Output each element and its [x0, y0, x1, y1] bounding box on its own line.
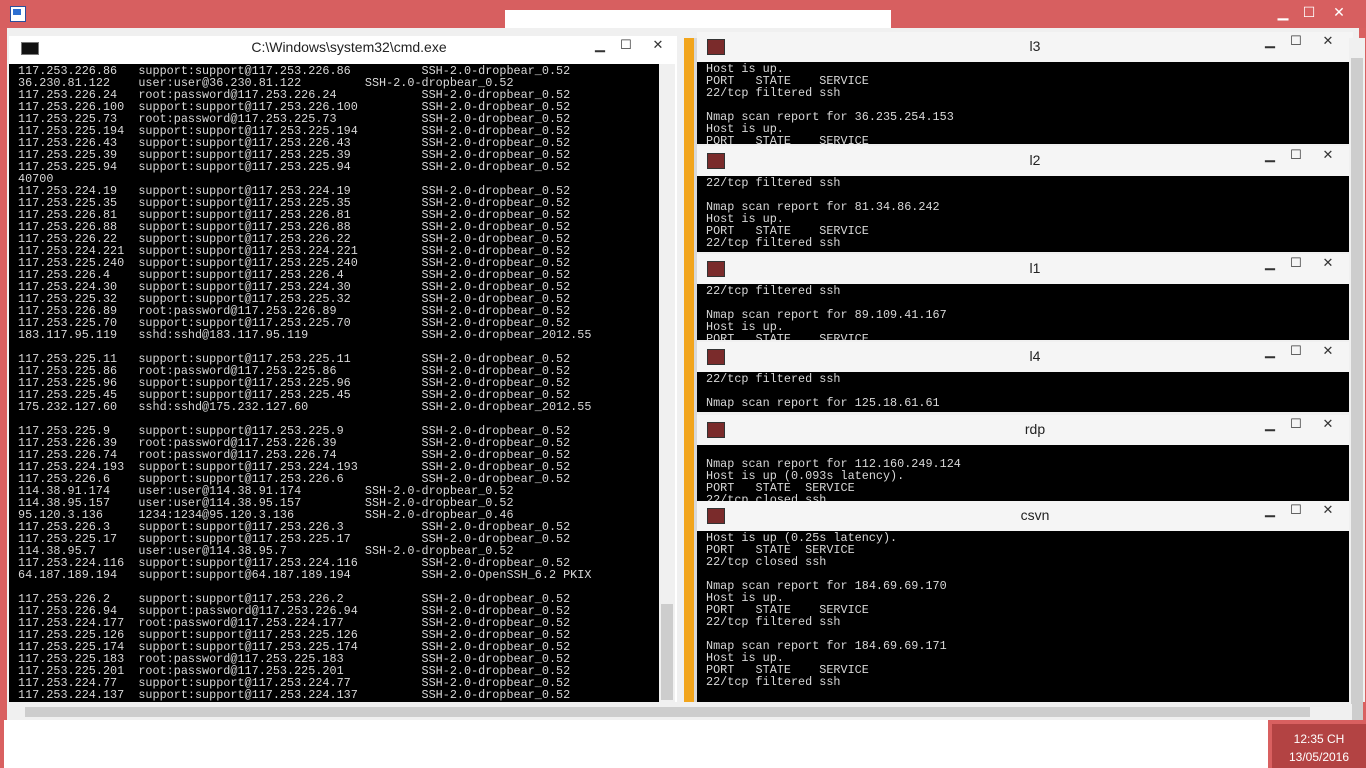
console-output-area[interactable]: Host is up (0.25s latency). PORT STATE S…	[697, 531, 1353, 702]
cmd-close-button[interactable]: ✕	[645, 37, 671, 53]
window-titlebar[interactable]: csvn ▁ ☐ ✕	[697, 501, 1353, 531]
console-output: 22/tcp filtered ssh Nmap scan report for…	[706, 176, 940, 250]
maximize-button[interactable]: ☐	[1283, 33, 1309, 49]
close-button[interactable]: ✕	[1315, 147, 1341, 163]
console-window-l3[interactable]: l3 ▁ ☐ ✕ Host is up. PORT STATE SERVICE 22…	[697, 32, 1353, 144]
cmd-scrollbar-thumb[interactable]	[661, 604, 673, 700]
taskbar-area	[4, 720, 1268, 768]
workspace-horizontal-scrollbar[interactable]	[7, 704, 1352, 720]
console-output-area[interactable]: 22/tcp filtered ssh Nmap scan report for…	[697, 284, 1353, 340]
minimize-button[interactable]: ▁	[1257, 343, 1283, 359]
taskbar: 12:35 CH 13/05/2016	[0, 720, 1366, 768]
minimize-button[interactable]: ▁	[1257, 147, 1283, 163]
maximize-button[interactable]: ☐	[1283, 147, 1309, 163]
close-button[interactable]: ✕	[1315, 416, 1341, 432]
cmd-console[interactable]: 117.253.226.86 support:support@117.253.2…	[9, 64, 659, 702]
minimize-button[interactable]: ▁	[1257, 33, 1283, 49]
window-titlebar[interactable]: l2 ▁ ☐ ✕	[697, 146, 1353, 176]
console-output: 22/tcp filtered ssh Nmap scan report for…	[706, 372, 940, 410]
minimize-button[interactable]: ▁	[1257, 255, 1283, 271]
console-output: Host is up (0.25s latency). PORT STATE S…	[706, 531, 947, 689]
maximize-button[interactable]: ☐	[1283, 502, 1309, 518]
console-window-l2[interactable]: l2 ▁ ☐ ✕ 22/tcp filtered ssh Nmap scan rep…	[697, 146, 1353, 252]
close-button[interactable]: ✕	[1315, 33, 1341, 49]
outer-minimize-button[interactable]: ▁	[1270, 2, 1296, 22]
workspace-vertical-scrollbar[interactable]	[1349, 38, 1365, 730]
cmd-titlebar[interactable]: C:\Windows\system32\cmd.exe ▁ ☐ ✕	[9, 36, 677, 64]
console-output-area[interactable]: Nmap scan report for 112.160.249.124 Hos…	[697, 445, 1353, 501]
console-output-area[interactable]: 22/tcp filtered ssh Nmap scan report for…	[697, 176, 1353, 252]
window-titlebar[interactable]: rdp ▁ ☐ ✕	[697, 415, 1353, 445]
console-window-l1[interactable]: l1 ▁ ☐ ✕ 22/tcp filtered ssh Nmap scan rep…	[697, 254, 1353, 340]
vertical-scrollbar-thumb[interactable]	[1351, 58, 1363, 730]
clock-date: 13/05/2016	[1288, 750, 1350, 764]
cmd-scrollbar[interactable]	[659, 64, 675, 702]
clock-time: 12:35 CH	[1293, 732, 1345, 746]
window-titlebar[interactable]: l3 ▁ ☐ ✕	[697, 32, 1353, 62]
maximize-button[interactable]: ☐	[1283, 343, 1309, 359]
close-button[interactable]: ✕	[1315, 343, 1341, 359]
pane-splitter[interactable]	[684, 38, 694, 702]
cmd-restore-button[interactable]: ☐	[613, 37, 639, 53]
window-titlebar[interactable]: l1 ▁ ☐ ✕	[697, 254, 1353, 284]
cmd-output: 117.253.226.86 support:support@117.253.2…	[18, 64, 592, 702]
console-window-rdp[interactable]: rdp ▁ ☐ ✕ Nmap scan report for 112.160.249…	[697, 415, 1353, 501]
close-button[interactable]: ✕	[1315, 502, 1341, 518]
window-titlebar[interactable]: l4 ▁ ☐ ✕	[697, 342, 1353, 372]
console-output: Nmap scan report for 112.160.249.124 Hos…	[706, 457, 961, 501]
console-output-area[interactable]: 22/tcp filtered ssh Nmap scan report for…	[697, 372, 1353, 412]
maximize-button[interactable]: ☐	[1283, 255, 1309, 271]
minimize-button[interactable]: ▁	[1257, 502, 1283, 518]
horizontal-scrollbar-thumb[interactable]	[25, 707, 1310, 717]
outer-titlebar: ▁ ☐ ✕	[0, 0, 1366, 38]
outer-maximize-button[interactable]: ☐	[1296, 2, 1322, 22]
cmd-minimize-button[interactable]: ▁	[587, 37, 613, 53]
taskbar-clock[interactable]: 12:35 CH 13/05/2016	[1272, 724, 1366, 768]
console-window-csvn[interactable]: csvn ▁ ☐ ✕ Host is up (0.25s latency). POR…	[697, 501, 1353, 702]
cmd-window[interactable]: C:\Windows\system32\cmd.exe ▁ ☐ ✕ 117.25…	[9, 36, 677, 702]
console-output: 22/tcp filtered ssh Nmap scan report for…	[706, 284, 947, 340]
console-window-l4[interactable]: l4 ▁ ☐ ✕ 22/tcp filtered ssh Nmap scan rep…	[697, 342, 1353, 412]
console-output: Host is up. PORT STATE SERVICE 22/tcp fi…	[706, 62, 954, 144]
console-output-area[interactable]: Host is up. PORT STATE SERVICE 22/tcp fi…	[697, 62, 1353, 144]
maximize-button[interactable]: ☐	[1283, 416, 1309, 432]
app-icon	[10, 6, 26, 22]
minimize-button[interactable]: ▁	[1257, 416, 1283, 432]
close-button[interactable]: ✕	[1315, 255, 1341, 271]
outer-close-button[interactable]: ✕	[1326, 2, 1352, 22]
